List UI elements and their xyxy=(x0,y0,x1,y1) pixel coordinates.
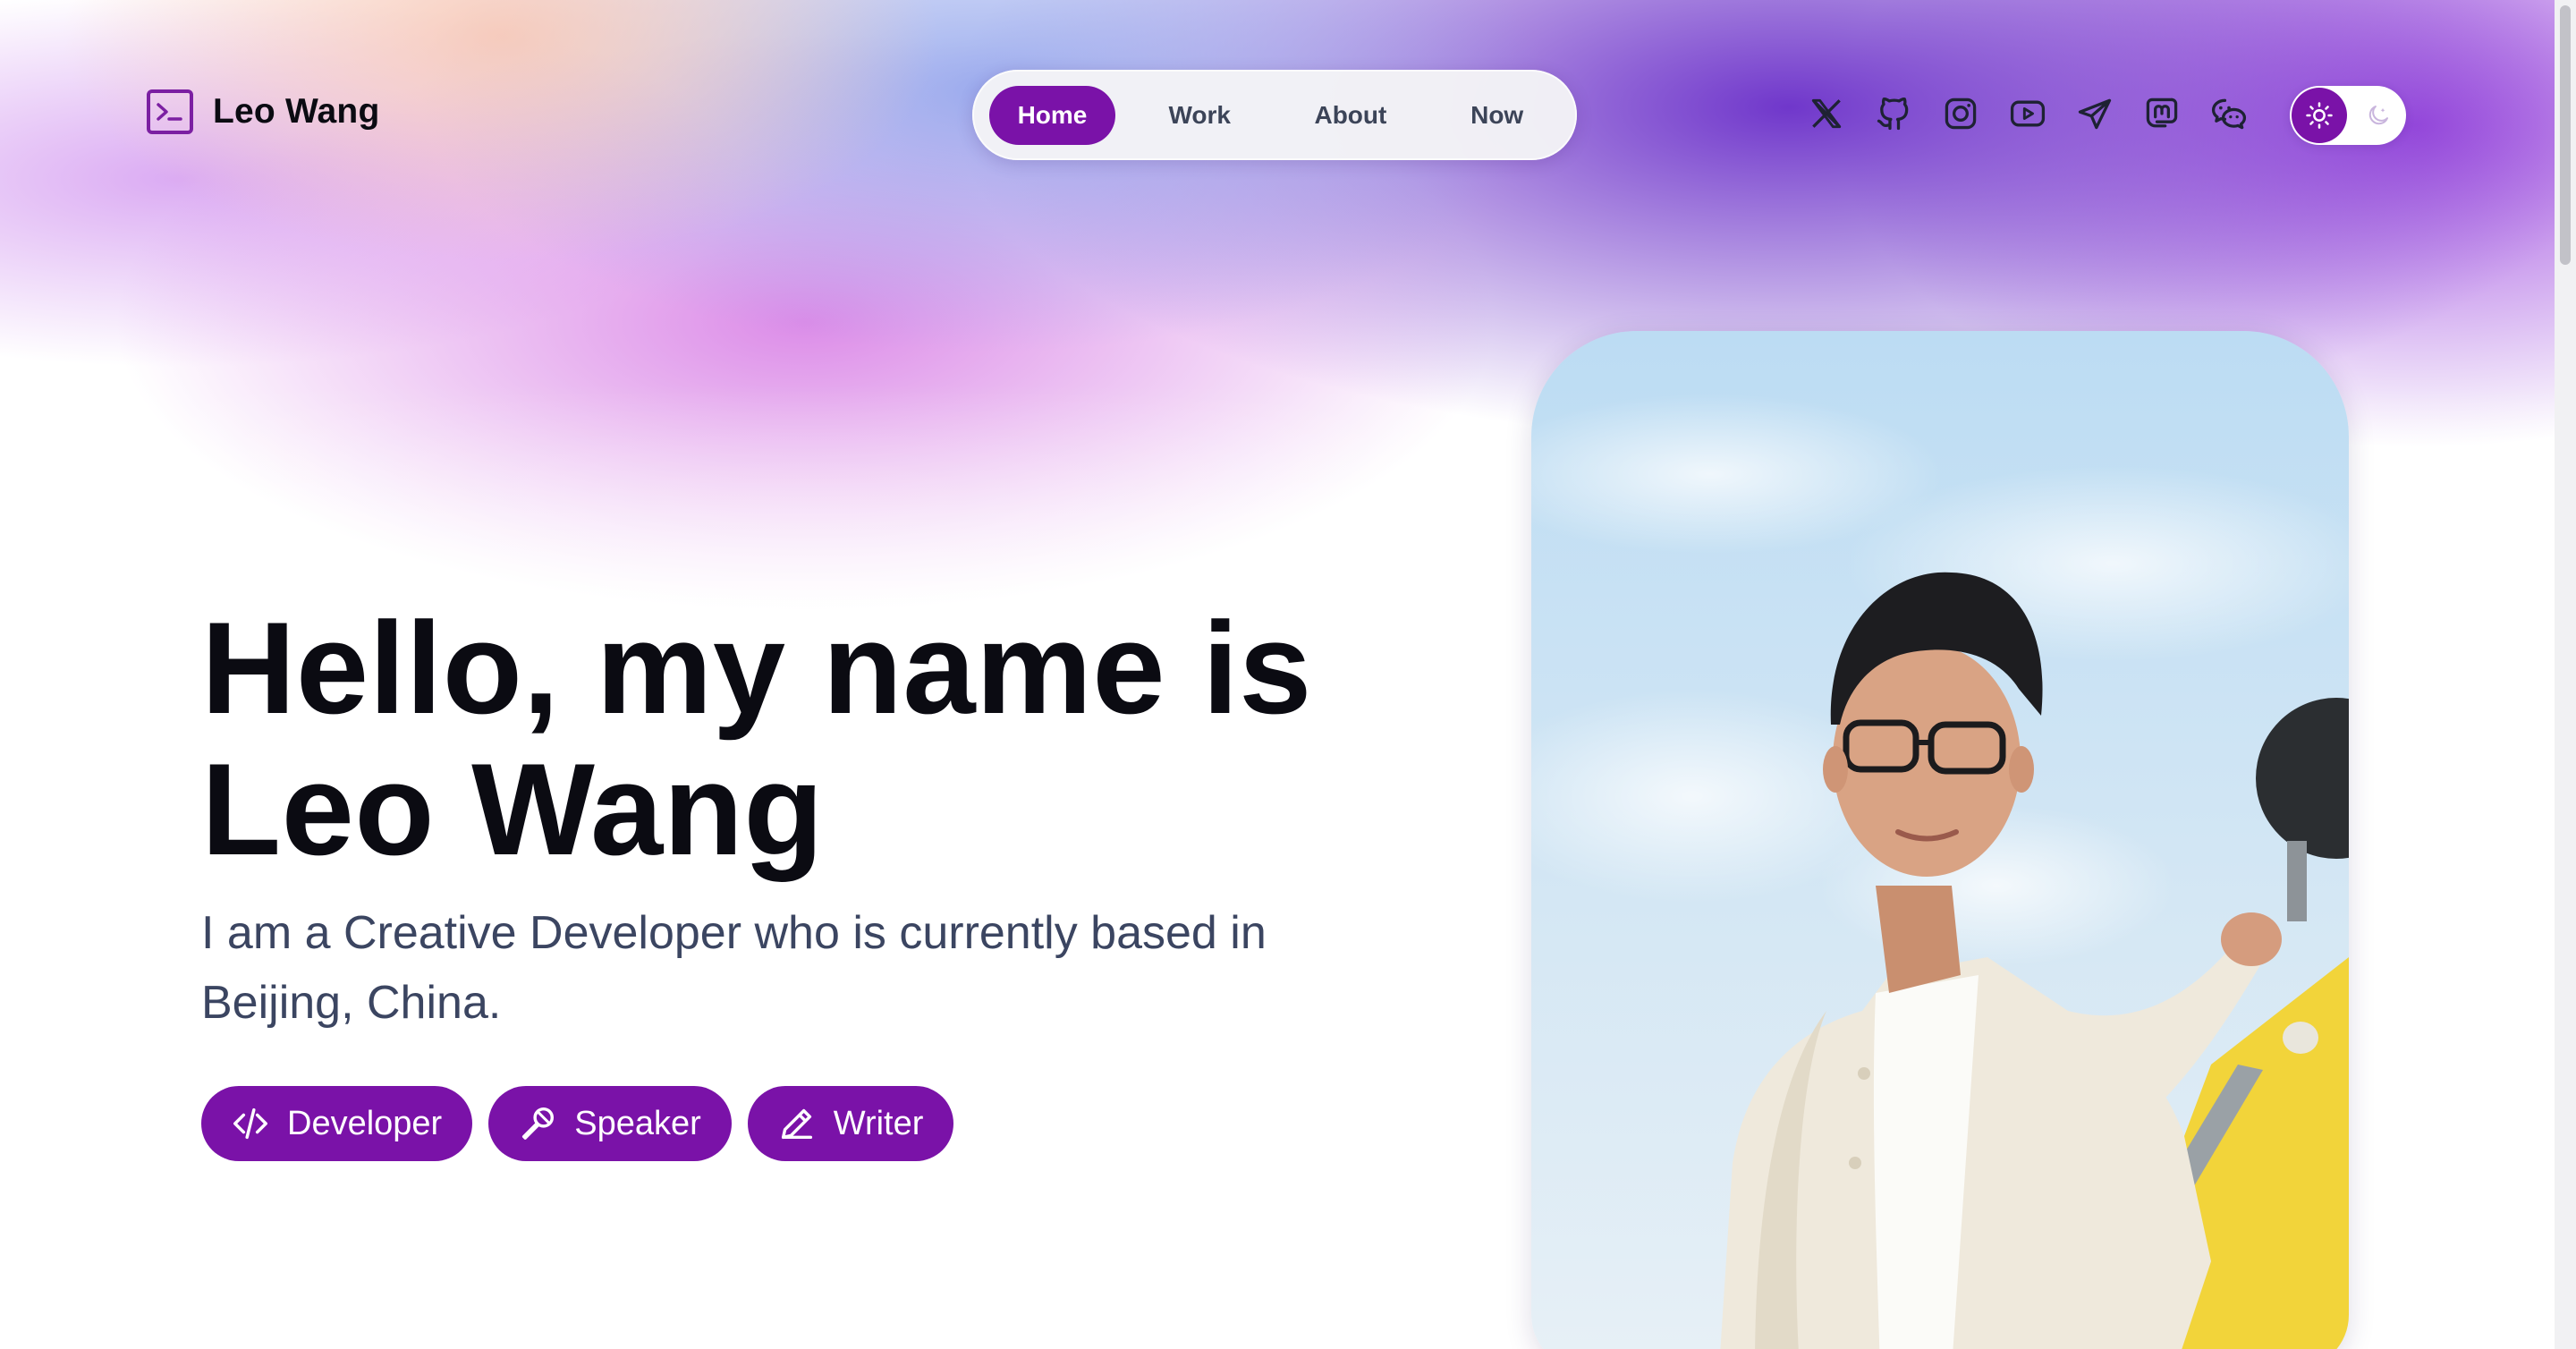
scrollbar-thumb[interactable] xyxy=(2560,5,2571,265)
tab-work[interactable]: Work xyxy=(1115,86,1284,145)
moon-icon[interactable] xyxy=(2363,100,2394,131)
youtube-icon[interactable] xyxy=(2006,92,2049,135)
site-name: Leo Wang xyxy=(213,92,380,131)
site-header: Leo Wang Home Work About Now xyxy=(0,0,2555,233)
microphone-icon xyxy=(522,1107,555,1140)
code-icon xyxy=(233,1107,267,1140)
tab-about[interactable]: About xyxy=(1284,86,1417,145)
github-icon[interactable] xyxy=(1872,92,1915,135)
instagram-icon[interactable] xyxy=(1939,92,1982,135)
hero-headline: Hello, my name is Leo Wang xyxy=(201,598,1319,880)
tab-now[interactable]: Now xyxy=(1417,86,1577,145)
headline-line-2: Leo Wang xyxy=(201,736,825,882)
mastodon-icon[interactable] xyxy=(2140,92,2183,135)
sun-icon[interactable] xyxy=(2292,88,2347,143)
x-icon[interactable] xyxy=(1805,92,1848,135)
writer-badge[interactable]: Writer xyxy=(747,1086,954,1161)
scrollbar[interactable] xyxy=(2555,0,2576,1349)
writer-label: Writer xyxy=(833,1104,924,1142)
pencil-icon xyxy=(781,1108,812,1140)
speaker-label: Speaker xyxy=(574,1104,701,1142)
profile-photo xyxy=(1531,331,2349,1349)
tab-home[interactable]: Home xyxy=(989,85,1115,145)
developer-label: Developer xyxy=(287,1104,443,1142)
wechat-icon[interactable] xyxy=(2207,92,2250,135)
speaker-badge[interactable]: Speaker xyxy=(488,1086,732,1161)
telegram-icon[interactable] xyxy=(2073,92,2116,135)
social-links xyxy=(1805,92,2250,135)
main-nav: Home Work About Now xyxy=(972,70,1577,160)
developer-badge[interactable]: Developer xyxy=(201,1086,473,1161)
hero-section: Hello, my name is Leo Wang I am a Creati… xyxy=(201,598,1319,1161)
theme-toggle[interactable] xyxy=(2290,86,2406,145)
home-logo-link[interactable]: Leo Wang xyxy=(147,89,379,134)
terminal-icon xyxy=(147,89,193,134)
headline-line-1: Hello, my name is xyxy=(201,595,1312,741)
hero-intro: I am a Creative Developer who is current… xyxy=(201,907,1267,1029)
role-badges: Developer Speaker Writer xyxy=(201,1086,1319,1161)
